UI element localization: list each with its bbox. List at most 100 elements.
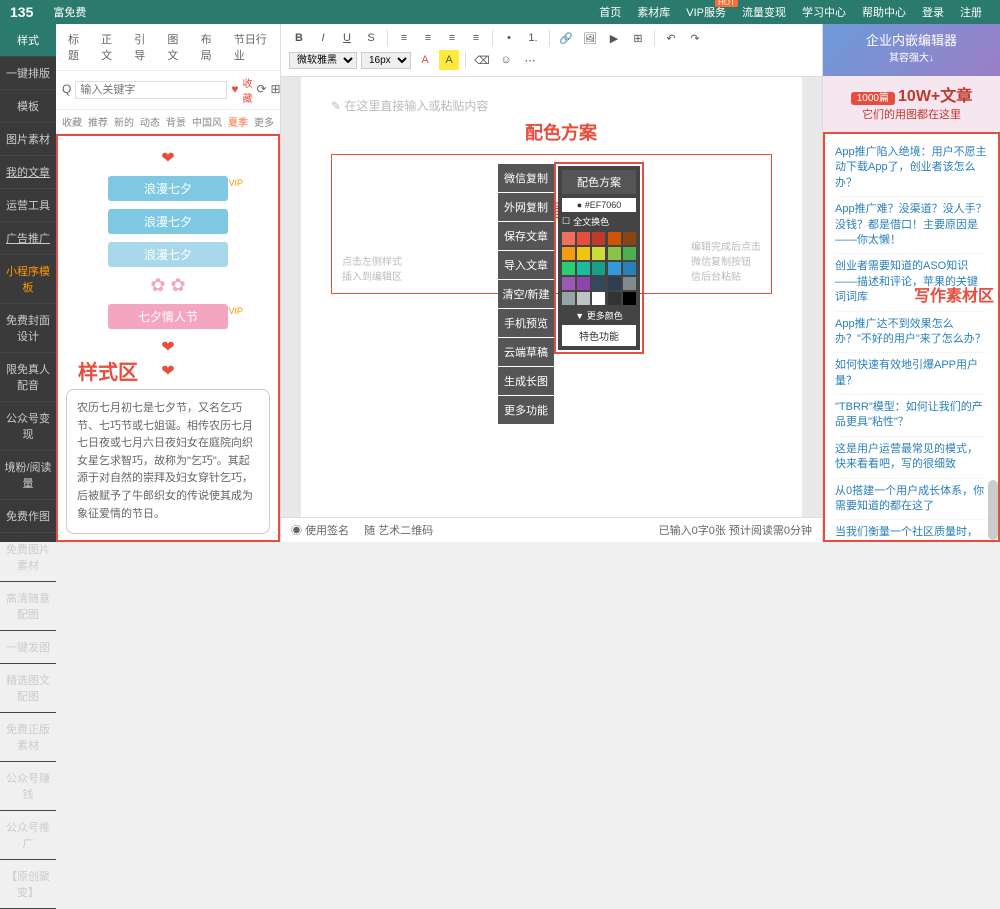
fav-icon[interactable]: ♥ xyxy=(231,82,238,98)
font-size-select[interactable]: 16px xyxy=(361,52,411,69)
filter-rec[interactable]: 推荐 xyxy=(88,114,108,129)
color-swatch[interactable] xyxy=(592,277,605,290)
style-ribbon-4[interactable]: 七夕情人节VIP xyxy=(108,304,228,329)
underline-button[interactable]: U xyxy=(337,28,357,48)
preview-button[interactable]: 手机预览 xyxy=(498,309,554,337)
clear-format-button[interactable]: ⌫ xyxy=(472,50,492,70)
color-swatch[interactable] xyxy=(592,262,605,275)
tab-holiday[interactable]: 节日行业 xyxy=(228,28,274,66)
fulltext-checkbox[interactable]: ☐ 全文换色 xyxy=(562,215,636,228)
tab-body[interactable]: 正文 xyxy=(95,28,124,66)
color-hex-input[interactable]: ● #EF7060 xyxy=(562,198,636,212)
filter-dynamic[interactable]: 动态 xyxy=(140,114,160,129)
align-right-button[interactable]: ≡ xyxy=(442,28,462,48)
article-link[interactable]: 从0搭建一个用户成长体系，你需要知道的都在这了 xyxy=(835,479,988,521)
article-link[interactable]: App推广陷入绝境：用户不愿主动下载App了，创业者该怎么办？ xyxy=(835,140,988,197)
nav-vip[interactable]: VIP服务HOT xyxy=(686,4,726,20)
qr-button[interactable]: 随 艺术二维码 xyxy=(364,522,433,538)
wechat-copy-button[interactable]: 微信复制 xyxy=(498,164,554,192)
color-swatch[interactable] xyxy=(592,247,605,260)
grid-icon[interactable]: ⊞ xyxy=(271,82,281,98)
color-swatch[interactable] xyxy=(608,277,621,290)
link-button[interactable]: 🔗 xyxy=(556,28,576,48)
nav-learn[interactable]: 学习中心 xyxy=(802,4,846,20)
italic-button[interactable]: I xyxy=(313,28,333,48)
promo-banner-2[interactable]: 1000篇 10W+文章 它们的用图都在这里 xyxy=(823,76,1000,132)
sidebar-promote[interactable]: 公众号推广 xyxy=(0,811,56,860)
search-input[interactable] xyxy=(75,81,227,99)
image-button[interactable]: 🖼 xyxy=(580,28,600,48)
nav-material[interactable]: 素材库 xyxy=(637,4,670,20)
more-colors-button[interactable]: ▼ 更多颜色 xyxy=(562,309,636,322)
filter-fav[interactable]: 收藏 xyxy=(62,114,82,129)
scrollbar[interactable] xyxy=(988,480,998,540)
style-ribbon-2[interactable]: 浪漫七夕 xyxy=(108,209,228,234)
sidebar-fans[interactable]: 境粉/阅读量 xyxy=(0,451,56,500)
color-swatch[interactable] xyxy=(608,247,621,260)
style-ribbon-3[interactable]: 浪漫七夕 xyxy=(108,242,228,267)
align-justify-button[interactable]: ≡ xyxy=(466,28,486,48)
filter-more[interactable]: 更多 xyxy=(254,114,274,129)
sidebar-myarticle[interactable]: 我的文章 xyxy=(0,156,56,189)
search-icon[interactable]: Q xyxy=(62,82,71,98)
sidebar-send[interactable]: 一键发图 xyxy=(0,631,56,664)
style-ribbon-1[interactable]: 浪漫七夕VIP xyxy=(108,176,228,201)
align-center-button[interactable]: ≡ xyxy=(418,28,438,48)
sidebar-ad[interactable]: 广告推广 xyxy=(0,222,56,255)
draft-button[interactable]: 云端草稿 xyxy=(498,338,554,366)
redo-button[interactable]: ↷ xyxy=(685,28,705,48)
emoji-button[interactable]: ☺ xyxy=(496,50,516,70)
color-swatch[interactable] xyxy=(562,262,575,275)
sidebar-layout[interactable]: 一键排版 xyxy=(0,57,56,90)
color-swatch[interactable] xyxy=(577,232,590,245)
nav-login[interactable]: 登录 xyxy=(922,4,944,20)
more-func-button[interactable]: 更多功能 xyxy=(498,396,554,424)
sidebar-licensed[interactable]: 免费正版素材 xyxy=(0,713,56,762)
article-link[interactable]: 当我们衡量一个社区质量时，主要看它好不好的指标 xyxy=(835,520,988,542)
sidebar-template[interactable]: 模板 xyxy=(0,90,56,123)
color-swatch[interactable] xyxy=(577,292,590,305)
color-swatch[interactable] xyxy=(623,232,636,245)
longimg-button[interactable]: 生成长图 xyxy=(498,367,554,395)
sidebar-cover[interactable]: 免费封面设计 xyxy=(0,304,56,353)
color-swatch[interactable] xyxy=(562,292,575,305)
color-swatch[interactable] xyxy=(623,292,636,305)
color-swatch[interactable] xyxy=(592,292,605,305)
article-link[interactable]: "TBRR"模型：如何让我们的产品更具"粘性"？ xyxy=(835,395,988,437)
align-left-button[interactable]: ≡ xyxy=(394,28,414,48)
table-button[interactable]: ⊞ xyxy=(628,28,648,48)
clear-button[interactable]: 清空/新建 xyxy=(498,280,554,308)
color-swatch[interactable] xyxy=(577,247,590,260)
color-swatch[interactable] xyxy=(608,292,621,305)
promo-banner-1[interactable]: 企业内嵌编辑器 其容强大↓ xyxy=(823,24,1000,76)
nav-register[interactable]: 注册 xyxy=(960,4,982,20)
refresh-icon[interactable]: ⟳ xyxy=(256,82,266,98)
sidebar-wechat-monetize[interactable]: 公众号变现 xyxy=(0,402,56,451)
filter-bg[interactable]: 背景 xyxy=(166,114,186,129)
sidebar-select[interactable]: 精选图文配图 xyxy=(0,664,56,713)
story-box[interactable]: 农历七月初七是七夕节，又名乞巧节、七巧节或七姐诞。相传农历七月七日夜或七月六日夜… xyxy=(66,389,270,534)
color-swatch[interactable] xyxy=(577,262,590,275)
filter-summer[interactable]: 夏季 xyxy=(228,114,248,129)
special-func-button[interactable]: 特色功能 xyxy=(562,325,636,346)
sidebar-freeimg[interactable]: 免费图片素材 xyxy=(0,533,56,582)
article-link[interactable]: App推广难？没渠道？没人手？没钱？都是借口！主要原因是——你太懒！ xyxy=(835,197,988,254)
strike-button[interactable]: S xyxy=(361,28,381,48)
color-swatch[interactable] xyxy=(608,232,621,245)
color-swatch[interactable] xyxy=(623,247,636,260)
color-swatch[interactable] xyxy=(562,232,575,245)
nav-monetize[interactable]: 流量变现 xyxy=(742,4,786,20)
article-link[interactable]: 如何快速有效地引爆APP用户量？ xyxy=(835,353,988,395)
color-swatch[interactable] xyxy=(608,262,621,275)
bgcolor-button[interactable]: A xyxy=(439,50,459,70)
article-link[interactable]: App推广达不到效果怎么办？"不好的用户"来了怎么办？ xyxy=(835,312,988,354)
color-swatch[interactable] xyxy=(623,277,636,290)
article-link[interactable]: 这是用户运营最常见的模式，快来看看吧，写的很细致 xyxy=(835,437,988,479)
web-copy-button[interactable]: 外网复制 xyxy=(498,193,554,221)
sidebar-hdimg[interactable]: 高清随意配图 xyxy=(0,582,56,631)
bold-button[interactable]: B xyxy=(289,28,309,48)
filter-china[interactable]: 中国风 xyxy=(192,114,222,129)
tab-guide[interactable]: 引导 xyxy=(128,28,157,66)
nav-help[interactable]: 帮助中心 xyxy=(862,4,906,20)
font-family-select[interactable]: 微软雅黑 xyxy=(289,52,357,69)
